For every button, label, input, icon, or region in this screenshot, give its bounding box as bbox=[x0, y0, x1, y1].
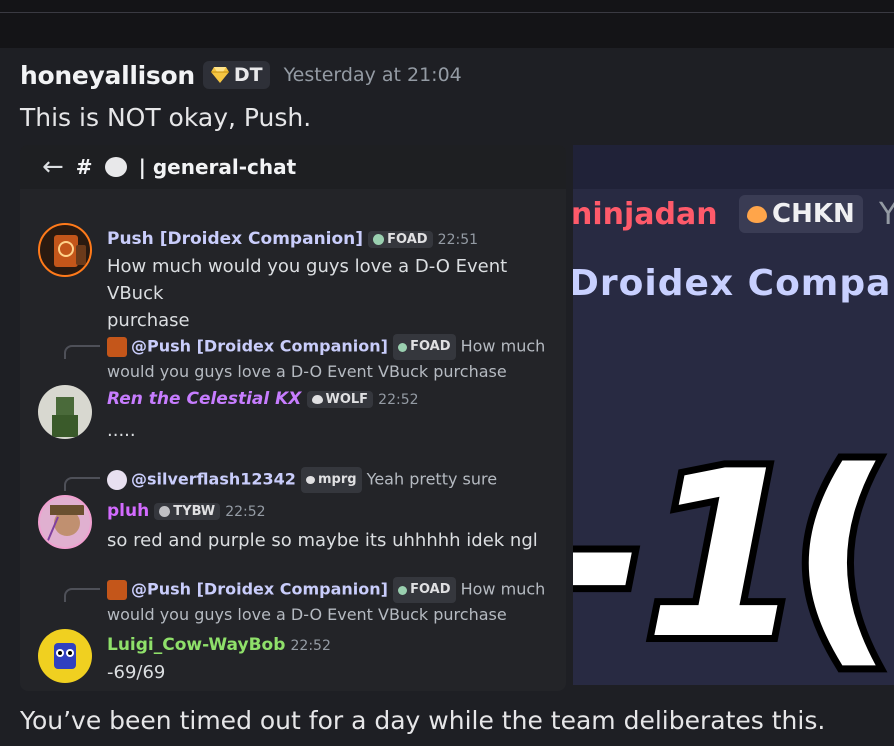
reply-tag: FOAD bbox=[393, 334, 456, 360]
guild-tag: WOLF bbox=[306, 391, 374, 408]
avatar-image bbox=[52, 397, 78, 437]
message-header: Push [Droidex Companion] FOAD 22:51 bbox=[107, 229, 478, 249]
reply-text: Yeah pretty sure bbox=[366, 469, 498, 489]
avatar bbox=[38, 223, 92, 277]
zoomed-trailing-text: Y bbox=[879, 197, 894, 232]
message-text: This is NOT okay, Push. bbox=[20, 103, 312, 132]
zoomed-author-name: ninjadan bbox=[573, 197, 718, 232]
message-author: Push [Droidex Companion] bbox=[107, 229, 364, 249]
message-text-followup: You’ve been timed out for a day while th… bbox=[20, 706, 826, 735]
chat-message: honeyallison DT Yesterday at 21:04 This … bbox=[0, 48, 894, 746]
avatar bbox=[38, 385, 92, 439]
zoomed-guild-tag: CHKN bbox=[739, 195, 863, 233]
avatar bbox=[38, 495, 92, 549]
guild-tag-label: WOLF bbox=[325, 392, 369, 407]
heart-icon bbox=[306, 476, 315, 484]
reply-tag-label: mprg bbox=[318, 472, 357, 487]
message-text: ..... bbox=[107, 420, 136, 441]
skull-icon bbox=[398, 585, 408, 595]
guild-tag: TYBW bbox=[154, 503, 221, 520]
reply-preview: @silverflash12342 mprg Yeah pretty sure bbox=[107, 467, 557, 493]
reply-avatar bbox=[107, 337, 127, 357]
reply-text: would you guys love a D-O Event VBuck pu… bbox=[107, 362, 507, 381]
avatar-image bbox=[54, 235, 86, 267]
channel-header: ← # | general-chat bbox=[20, 145, 566, 189]
message-header: honeyallison DT Yesterday at 21:04 bbox=[20, 58, 462, 92]
reply-connector bbox=[64, 588, 100, 602]
message-header: Ren the Celestial KX WOLF 22:52 bbox=[107, 389, 419, 409]
reply-preview: @Push [Droidex Companion] FOAD How much … bbox=[107, 334, 557, 384]
message-author[interactable]: honeyallison bbox=[20, 61, 195, 90]
reply-preview: @Push [Droidex Companion] FOAD How much … bbox=[107, 577, 557, 627]
message-author: Luigi_Cow-WayBob bbox=[107, 635, 286, 655]
attachment-image-1[interactable]: ← # | general-chat Push [Droidex Compani… bbox=[20, 145, 566, 691]
reply-text: How much bbox=[460, 336, 546, 356]
reply-avatar bbox=[107, 580, 127, 600]
message-text-line: How much would you guys love a D-O Event… bbox=[107, 256, 508, 304]
reply-tag: FOAD bbox=[393, 577, 456, 603]
message-time: 22:52 bbox=[290, 638, 331, 654]
guild-tag: FOAD bbox=[368, 231, 433, 248]
heart-icon bbox=[311, 395, 323, 404]
message-text: How much would you guys love a D-O Event… bbox=[107, 253, 562, 334]
reply-tag: mprg bbox=[301, 467, 362, 493]
guild-tag[interactable]: DT bbox=[202, 61, 270, 89]
message-text: -69/69 bbox=[107, 662, 166, 683]
message-time: 22:52 bbox=[378, 392, 419, 408]
reply-avatar bbox=[107, 470, 127, 490]
heart-icon bbox=[747, 205, 767, 223]
avatar-image bbox=[45, 505, 84, 546]
zoomed-big-text: -1 ( bbox=[573, 435, 894, 685]
skull-icon bbox=[159, 506, 171, 517]
message-header: Luigi_Cow-WayBob 22:52 bbox=[107, 635, 331, 655]
message-text: so red and purple so maybe its uhhhhh id… bbox=[107, 530, 538, 551]
message-header: pluh TYBW 22:52 bbox=[107, 501, 266, 521]
reply-tag-label: FOAD bbox=[410, 339, 451, 354]
back-arrow-icon: ← bbox=[42, 152, 64, 182]
svg-text:-1: -1 bbox=[573, 435, 805, 685]
skull-icon bbox=[398, 342, 408, 352]
reply-text: How much bbox=[460, 579, 546, 599]
channel-hash: # bbox=[75, 155, 93, 179]
message-time: 22:52 bbox=[225, 504, 266, 520]
guild-tag-label: DT bbox=[233, 64, 263, 86]
avatar-image bbox=[54, 643, 76, 669]
message-author: Ren the Celestial KX bbox=[107, 389, 302, 409]
previous-message-area bbox=[0, 0, 894, 48]
zoomed-guild-tag-label: CHKN bbox=[772, 199, 855, 229]
attachment-image-2[interactable]: ninjadan CHKN Y Droidex Compan -1 ( bbox=[573, 145, 894, 685]
zoomed-companion-text: Droidex Compan bbox=[573, 263, 894, 304]
reply-connector bbox=[64, 477, 100, 491]
guild-tag-label: TYBW bbox=[173, 504, 216, 519]
reply-mention: @Push [Droidex Companion] bbox=[131, 579, 388, 599]
reply-connector bbox=[64, 345, 100, 359]
image-top-band bbox=[573, 145, 894, 189]
speech-bubble-icon bbox=[104, 157, 127, 177]
reply-mention: @Push [Droidex Companion] bbox=[131, 336, 388, 356]
svg-text:(: ( bbox=[789, 435, 894, 685]
guild-tag-label: FOAD bbox=[387, 232, 428, 247]
reply-tag-label: FOAD bbox=[410, 582, 451, 597]
message-timestamp[interactable]: Yesterday at 21:04 bbox=[284, 64, 462, 86]
reply-text: would you guys love a D-O Event VBuck pu… bbox=[107, 605, 507, 624]
divider bbox=[0, 12, 894, 13]
diamond-icon bbox=[210, 67, 229, 83]
message-time: 22:51 bbox=[437, 232, 479, 248]
avatar bbox=[38, 629, 92, 683]
message-author: pluh bbox=[107, 501, 150, 521]
message-text-line: purchase bbox=[107, 310, 190, 331]
reply-mention: @silverflash12342 bbox=[131, 469, 296, 489]
channel-name: | general-chat bbox=[138, 155, 297, 179]
skull-icon bbox=[373, 234, 385, 245]
